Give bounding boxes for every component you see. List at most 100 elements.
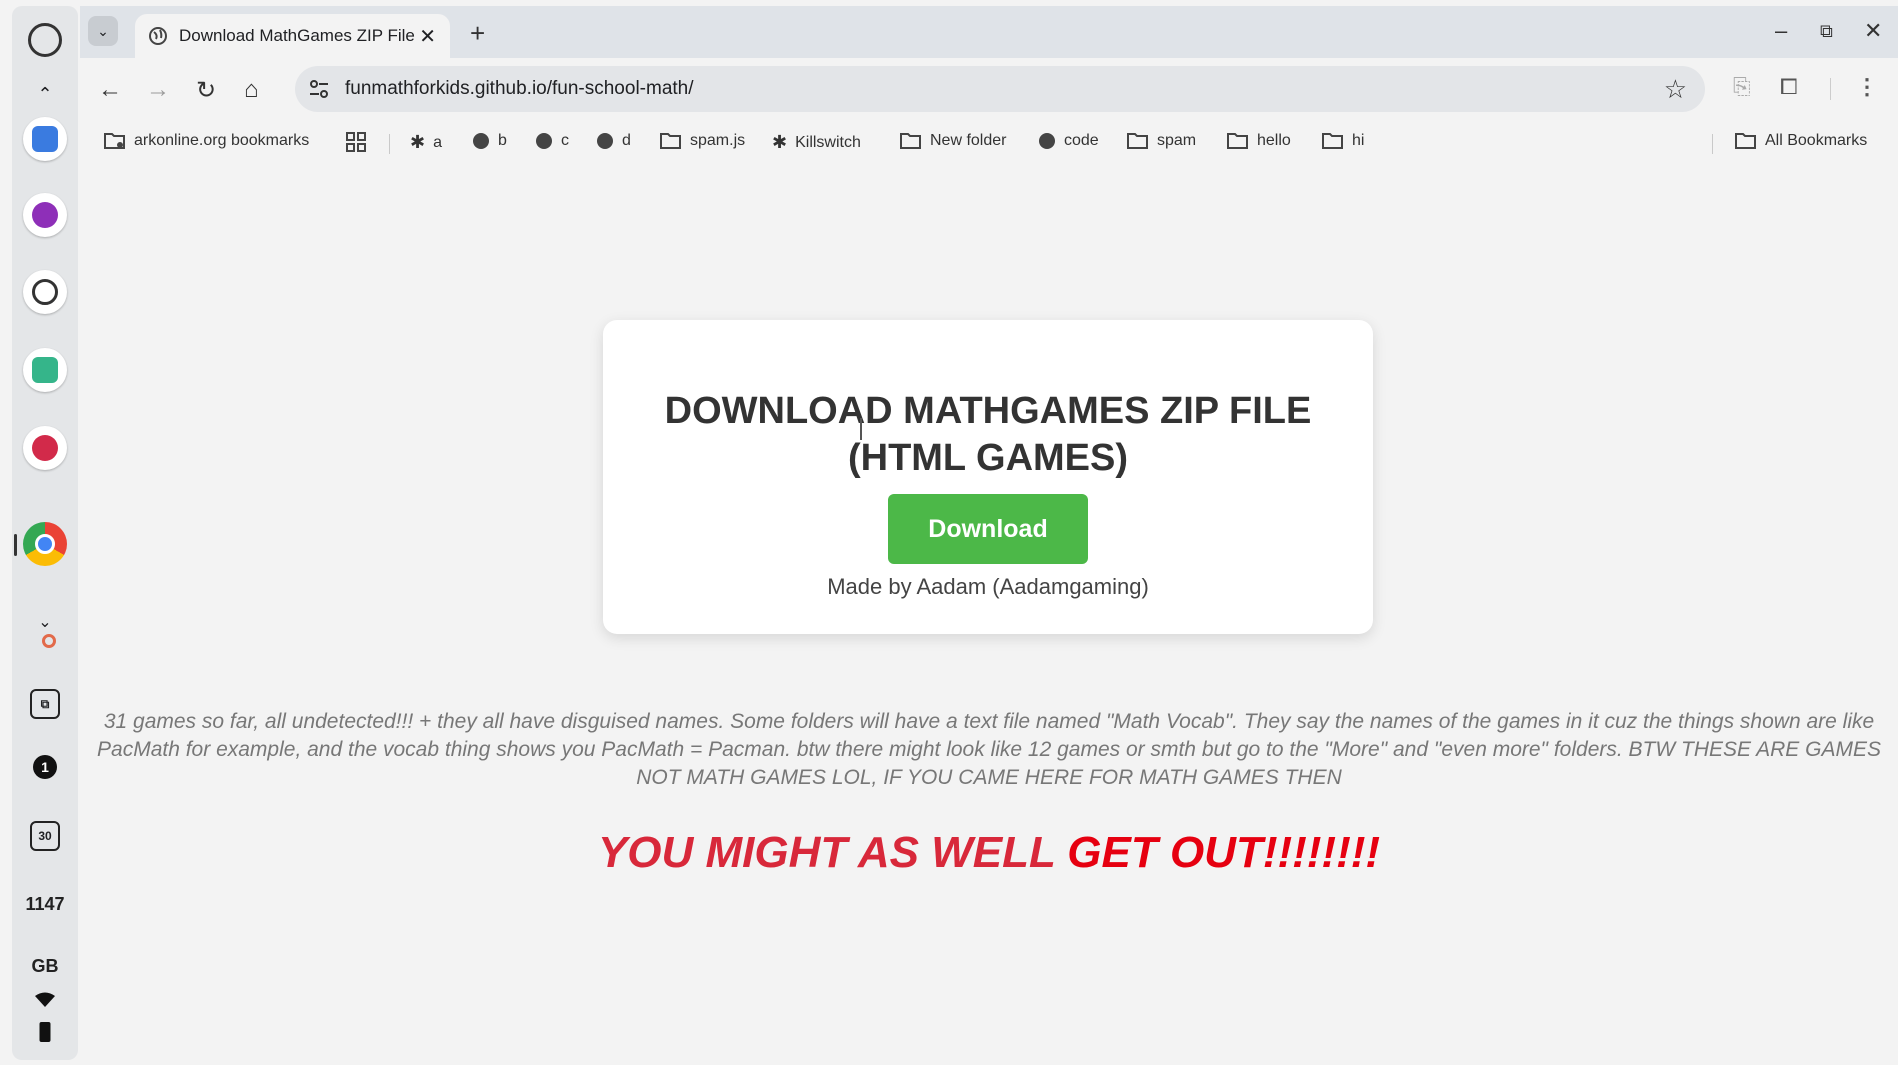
globe-icon — [473, 133, 489, 149]
folder-icon — [1127, 133, 1148, 149]
forward-icon[interactable]: → — [146, 76, 170, 104]
clock-hours: 11 — [25, 894, 45, 914]
globe-icon — [536, 133, 552, 149]
cast-icon[interactable]: ⎘ — [1733, 74, 1751, 100]
launcher-button[interactable] — [28, 23, 62, 57]
shelf-app-docs[interactable] — [23, 117, 67, 161]
shelf-app-chat[interactable] — [23, 193, 67, 237]
address-bar[interactable]: funmathforkids.github.io/fun-school-math… — [295, 66, 1705, 112]
page-title: DOWNLOAD MATHGAMES ZIP FILE (HTML GAMES) — [664, 390, 1312, 479]
notification-badge[interactable]: 1 — [33, 755, 57, 779]
bookmark-hello[interactable]: hello — [1227, 132, 1291, 150]
bookmark-c[interactable]: c — [535, 132, 569, 150]
apps-grid-button[interactable] — [346, 132, 374, 152]
folder-icon — [1735, 133, 1756, 149]
shelf-app-classroom[interactable] — [23, 348, 67, 392]
minimize-icon[interactable]: – — [1775, 18, 1787, 44]
restore-icon[interactable]: ⧉ — [1820, 21, 1833, 42]
shout-part-2: GET OUT!!!!!!!! — [1067, 828, 1381, 877]
bookmark-label: code — [1064, 132, 1099, 149]
extension-icon: ✱ — [772, 132, 788, 152]
bookmark-label: b — [498, 132, 507, 149]
bookmark-label: Killswitch — [795, 133, 861, 151]
calendar-icon[interactable]: 30 — [30, 821, 60, 851]
shelf-app-media[interactable] — [23, 426, 67, 470]
close-window-icon[interactable]: ✕ — [1864, 18, 1882, 44]
bookmark-killswitch[interactable]: ✱ Killswitch — [772, 132, 861, 153]
reload-icon[interactable]: ↻ — [196, 76, 216, 105]
tab-active[interactable]: Download MathGames ZIP File ✕ — [135, 14, 450, 58]
media-app-icon — [32, 435, 58, 461]
all-bookmarks-button[interactable]: All Bookmarks — [1735, 132, 1867, 150]
managed-folder-icon — [104, 133, 125, 149]
chevron-down-icon[interactable]: ⌄ — [38, 612, 51, 632]
recording-icon[interactable] — [41, 634, 56, 648]
bookmark-spamjs[interactable]: spam.js — [660, 132, 745, 150]
clock[interactable]: 11 47 — [25, 892, 64, 916]
bookmark-label: New folder — [930, 132, 1007, 149]
bookmark-label: arkonline.org bookmarks — [134, 132, 310, 149]
clock-minutes: 47 — [44, 894, 65, 914]
back-icon[interactable]: ← — [98, 76, 122, 104]
wifi-icon[interactable] — [34, 992, 56, 1008]
chrome-icon — [23, 522, 67, 566]
chat-app-icon — [32, 202, 58, 228]
browser-toolbar: ← → ↻ ⌂ funmathforkids.github.io/fun-sch… — [80, 58, 1898, 120]
classroom-app-icon — [32, 357, 58, 383]
globe-icon — [597, 133, 613, 149]
folder-icon — [1322, 133, 1343, 149]
shelf-app-chrome[interactable] — [23, 522, 67, 566]
bookmark-label: spam.js — [690, 132, 746, 149]
bookmarks-divider — [1712, 134, 1713, 154]
bookmark-hi[interactable]: hi — [1322, 132, 1364, 150]
folder-icon — [900, 133, 921, 149]
all-bookmarks-label: All Bookmarks — [1765, 132, 1868, 149]
bookmark-new-folder[interactable]: New folder — [900, 132, 1006, 150]
extension-icon: ✱ — [410, 132, 426, 152]
tab-title: Download MathGames ZIP File — [179, 26, 415, 45]
bookmarks-divider — [389, 134, 390, 154]
bookmark-b[interactable]: b — [472, 132, 507, 150]
tab-strip: ⌄ Download MathGames ZIP File ✕ + – ⧉ ✕ — [80, 6, 1898, 58]
globe-icon — [1039, 133, 1055, 149]
bookmark-a[interactable]: ✱ a — [410, 132, 442, 153]
bookmark-label: hello — [1257, 132, 1291, 149]
bookmarks-bar: arkonline.org bookmarks ✱ a b c d spam.j… — [80, 120, 1898, 165]
toolbar-divider — [1830, 78, 1831, 100]
site-settings-icon[interactable] — [309, 79, 329, 99]
credit-text: Made by Aadam (Aadamgaming) — [827, 574, 1149, 599]
docs-app-icon — [32, 126, 58, 152]
description-text: 31 games so far, all undetected!!! + the… — [97, 710, 1881, 789]
bookmark-label: spam — [1157, 132, 1197, 149]
bookmark-code[interactable]: code — [1038, 132, 1099, 150]
chevron-up-icon[interactable]: ⌃ — [37, 84, 52, 105]
download-card: DOWNLOAD MATHGAMES ZIP FILE (HTML GAMES)… — [603, 320, 1373, 634]
bookmark-spam[interactable]: spam — [1127, 132, 1196, 150]
text-cursor — [860, 418, 862, 440]
download-button[interactable]: Download — [888, 494, 1088, 564]
folder-icon — [1227, 133, 1248, 149]
browser-window: ⌄ Download MathGames ZIP File ✕ + – ⧉ ✕ … — [80, 6, 1898, 1065]
extensions-icon[interactable]: ⧠ — [1780, 74, 1798, 100]
battery-icon[interactable] — [39, 1022, 51, 1042]
url-text: funmathforkids.github.io/fun-school-math… — [345, 78, 694, 99]
globe-icon — [149, 27, 167, 45]
new-tab-button[interactable]: + — [470, 18, 485, 49]
shelf-app-lock[interactable] — [23, 270, 67, 314]
apps-grid-icon — [346, 132, 366, 152]
menu-kebab-icon[interactable]: ⋮ — [1856, 74, 1878, 100]
active-app-indicator — [14, 534, 17, 556]
chevron-down-icon: ⌄ — [97, 22, 109, 39]
shout-text: YOU MIGHT AS WELL GET OUT!!!!!!!! — [80, 828, 1898, 878]
close-tab-icon[interactable]: ✕ — [419, 24, 436, 49]
shout-part-1: YOU MIGHT AS WELL — [597, 828, 1068, 877]
tab-search-button[interactable]: ⌄ — [88, 16, 118, 46]
locale-indicator[interactable]: GB — [32, 954, 59, 978]
bookmark-label: a — [433, 133, 442, 151]
bookmark-star-icon[interactable]: ☆ — [1664, 74, 1687, 105]
clipboard-icon[interactable]: ⧉ — [30, 689, 60, 719]
bookmark-arkonline[interactable]: arkonline.org bookmarks — [104, 132, 309, 150]
bookmark-d[interactable]: d — [596, 132, 631, 150]
home-icon[interactable]: ⌂ — [244, 76, 259, 104]
bookmark-label: d — [622, 132, 631, 149]
